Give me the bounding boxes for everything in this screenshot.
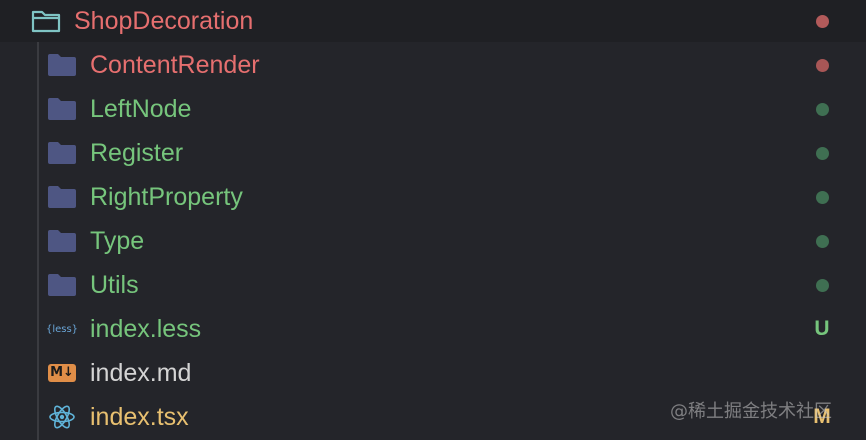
status-dot [815, 190, 829, 204]
folder-icon [46, 271, 78, 299]
tree-item-shopdecoration[interactable]: ShopDecoration [0, 0, 866, 42]
folder-icon [46, 51, 78, 79]
tree-item-label: index.tsx [90, 403, 189, 431]
file-explorer-tree: ShopDecoration ContentRender LeftNode Re… [0, 0, 866, 440]
tree-item-label: ShopDecoration [74, 7, 254, 35]
status-dot [815, 102, 829, 116]
tree-item-rightproperty[interactable]: RightProperty [0, 175, 866, 219]
status-dot [815, 234, 829, 248]
tree-item-index-md[interactable]: M↓ index.md [0, 351, 866, 395]
folder-icon [46, 95, 78, 123]
markdown-icon-text: M↓ [48, 364, 76, 382]
folder-icon [46, 227, 78, 255]
status-indicator [808, 7, 836, 35]
status-indicator [808, 51, 836, 79]
tree-item-leftnode[interactable]: LeftNode [0, 87, 866, 131]
less-file-icon: {less} [46, 315, 78, 343]
tree-item-label: ContentRender [90, 51, 260, 79]
tree-item-label: RightProperty [90, 183, 243, 211]
status-indicator [808, 139, 836, 167]
tree-item-index-less[interactable]: {less} index.less U [0, 307, 866, 351]
tree-item-type[interactable]: Type [0, 219, 866, 263]
status-dot [815, 278, 829, 292]
status-dot [815, 14, 829, 28]
less-icon-text: {less} [45, 323, 79, 335]
status-untracked: U [814, 317, 830, 340]
status-dot [815, 58, 829, 72]
status-indicator [808, 227, 836, 255]
tree-item-register[interactable]: Register [0, 131, 866, 175]
folder-open-icon [30, 7, 62, 35]
tree-item-label: Utils [90, 271, 139, 299]
status-dot [815, 146, 829, 160]
react-file-icon [46, 403, 78, 431]
status-indicator [808, 95, 836, 123]
tree-item-utils[interactable]: Utils [0, 263, 866, 307]
tree-item-label: Type [90, 227, 145, 255]
watermark: @稀土掘金技术社区 [670, 401, 832, 422]
tree-item-contentrender[interactable]: ContentRender [0, 43, 866, 87]
status-indicator [808, 271, 836, 299]
tree-item-label: Register [90, 139, 184, 167]
status-indicator [808, 183, 836, 211]
tree-item-label: index.md [90, 359, 192, 387]
tree-item-label: index.less [90, 315, 202, 343]
tree-item-label: LeftNode [90, 95, 192, 123]
folder-icon [46, 139, 78, 167]
folder-icon [46, 183, 78, 211]
markdown-file-icon: M↓ [46, 359, 78, 387]
